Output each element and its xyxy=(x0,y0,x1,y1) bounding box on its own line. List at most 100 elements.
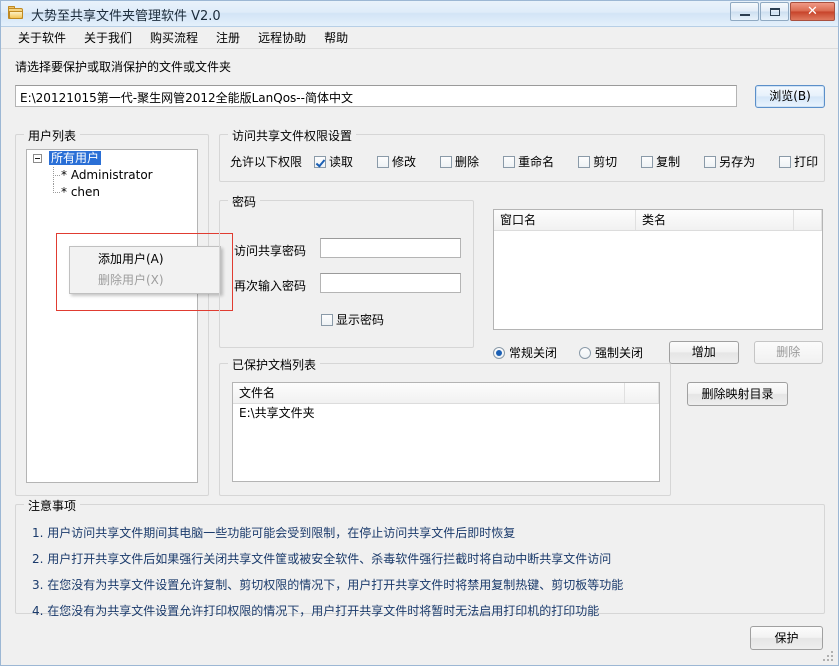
column-file-name[interactable]: 文件名 xyxy=(233,383,625,403)
checkbox-icon[interactable] xyxy=(314,156,326,168)
menu-item-about-us[interactable]: 关于我们 xyxy=(75,27,141,48)
permission-label: 重命名 xyxy=(518,155,554,169)
protected-docs-header: 文件名 xyxy=(233,383,659,404)
column-spacer xyxy=(794,210,822,230)
notes-group: 注意事项 1. 用户访问共享文件期间其电脑一些功能可能会受到限制，在停止访问共享… xyxy=(15,504,825,614)
browse-button[interactable]: 浏览(B) xyxy=(755,85,825,108)
maximize-button[interactable] xyxy=(760,2,789,21)
window-list-controls: 常规关闭 强制关闭 增加 删除 xyxy=(493,340,823,364)
note-item: 3. 在您没有为共享文件设置允许复制、剪切权限的情况下，用户打开共享文件时将禁用… xyxy=(32,576,623,593)
permissions-group: 访问共享文件权限设置 允许以下权限 读取 修改 删除 重命名 剪切 复制 另存为… xyxy=(219,134,825,182)
checkbox-icon[interactable] xyxy=(503,156,515,168)
tree-node-administrator[interactable]: * Administrator xyxy=(27,167,197,184)
window-list[interactable]: 窗口名 类名 xyxy=(493,209,823,330)
column-window-name[interactable]: 窗口名 xyxy=(494,210,636,230)
add-window-button[interactable]: 增加 xyxy=(669,341,738,364)
context-menu-add-user[interactable]: 添加用户(A) xyxy=(70,249,220,270)
permission-read[interactable]: 读取 xyxy=(314,153,353,170)
close-icon: ✕ xyxy=(791,3,834,20)
checkbox-icon[interactable] xyxy=(321,314,333,326)
radio-icon[interactable] xyxy=(493,347,505,359)
protected-docs-list[interactable]: 文件名 E:\共享文件夹 xyxy=(232,382,660,482)
menu-item-register[interactable]: 注册 xyxy=(207,27,249,48)
permissions-prefix-label: 允许以下权限 xyxy=(230,153,302,170)
permission-print[interactable]: 打印 xyxy=(779,153,818,170)
permission-save-as[interactable]: 另存为 xyxy=(704,153,755,170)
window-controls: ✕ xyxy=(729,2,835,21)
password-legend: 密码 xyxy=(228,193,260,210)
tree-connector xyxy=(53,175,61,176)
collapse-icon[interactable] xyxy=(33,154,42,163)
protected-docs-legend: 已保护文档列表 xyxy=(228,356,320,373)
table-row[interactable]: E:\共享文件夹 xyxy=(233,404,659,422)
path-input[interactable]: E:\20121015第一代-聚生网管2012全能版LanQos--简体中文 xyxy=(15,85,737,107)
protected-docs-group: 已保护文档列表 文件名 E:\共享文件夹 xyxy=(219,363,671,496)
column-spacer xyxy=(625,383,659,403)
note-item: 4. 在您没有为共享文件设置允许打印权限的情况下，用户打开共享文件时将暂时无法启… xyxy=(32,602,599,619)
radio-normal-close[interactable]: 常规关闭 xyxy=(493,344,557,361)
confirm-password-input[interactable] xyxy=(320,273,461,293)
notes-legend: 注意事项 xyxy=(24,497,80,514)
radio-label: 强制关闭 xyxy=(595,346,643,360)
permission-label: 删除 xyxy=(455,155,479,169)
delete-window-button: 删除 xyxy=(754,341,823,364)
user-tree[interactable]: 所有用户 * Administrator * chen xyxy=(26,149,198,483)
permission-delete[interactable]: 删除 xyxy=(440,153,479,170)
protect-button[interactable]: 保护 xyxy=(750,626,823,650)
radio-icon[interactable] xyxy=(579,347,591,359)
instruction-label: 请选择要保护或取消保护的文件或文件夹 xyxy=(15,58,231,75)
checkbox-icon[interactable] xyxy=(377,156,389,168)
tree-node-label: * chen xyxy=(61,184,100,201)
menu-item-about-software[interactable]: 关于软件 xyxy=(9,27,75,48)
checkbox-icon[interactable] xyxy=(641,156,653,168)
tree-connector xyxy=(53,192,61,193)
confirm-password-label: 再次输入密码 xyxy=(234,277,306,294)
password-group: 密码 访问共享密码 再次输入密码 显示密码 xyxy=(219,200,474,348)
access-password-label: 访问共享密码 xyxy=(234,242,306,259)
show-password-label: 显示密码 xyxy=(336,313,384,327)
path-row: E:\20121015第一代-聚生网管2012全能版LanQos--简体中文 浏… xyxy=(15,85,825,109)
permission-label: 修改 xyxy=(392,155,416,169)
permission-label: 另存为 xyxy=(719,155,755,169)
application-window: 大势至共享文件夹管理软件 V2.0 ✕ 关于软件 关于我们 购买流程 注册 远程… xyxy=(0,0,839,666)
radio-force-close[interactable]: 强制关闭 xyxy=(579,344,643,361)
permission-modify[interactable]: 修改 xyxy=(377,153,416,170)
note-item: 2. 用户打开共享文件后如果强行关闭共享文件筐或被安全软件、杀毒软件强行拦截时将… xyxy=(32,550,611,567)
checkbox-icon[interactable] xyxy=(704,156,716,168)
checkbox-icon[interactable] xyxy=(578,156,590,168)
close-button[interactable]: ✕ xyxy=(790,2,835,21)
minimize-button[interactable] xyxy=(730,2,759,21)
access-password-input[interactable] xyxy=(320,238,461,258)
permission-label: 复制 xyxy=(656,155,680,169)
permission-label: 剪切 xyxy=(593,155,617,169)
show-password-checkbox[interactable]: 显示密码 xyxy=(321,311,384,328)
permission-copy[interactable]: 复制 xyxy=(641,153,680,170)
tree-node-all-users[interactable]: 所有用户 xyxy=(27,150,197,167)
user-context-menu: 添加用户(A) 删除用户(X) xyxy=(69,246,221,294)
menu-item-help[interactable]: 帮助 xyxy=(315,27,357,48)
resize-grip[interactable] xyxy=(823,651,835,663)
title-bar: 大势至共享文件夹管理软件 V2.0 ✕ xyxy=(1,1,838,27)
permission-label: 打印 xyxy=(794,155,818,169)
checkbox-icon[interactable] xyxy=(440,156,452,168)
permission-cut[interactable]: 剪切 xyxy=(578,153,617,170)
user-list-group: 用户列表 所有用户 * Administrator * chen xyxy=(15,134,209,496)
delete-mapping-button[interactable]: 删除映射目录 xyxy=(687,382,788,406)
permission-label: 读取 xyxy=(329,155,353,169)
folder-icon xyxy=(8,6,24,20)
column-class-name[interactable]: 类名 xyxy=(636,210,794,230)
window-title: 大势至共享文件夹管理软件 V2.0 xyxy=(31,5,221,24)
maximize-icon xyxy=(770,8,780,16)
menu-bar: 关于软件 关于我们 购买流程 注册 远程协助 帮助 xyxy=(1,27,838,49)
tree-node-chen[interactable]: * chen xyxy=(27,184,197,201)
permissions-row: 允许以下权限 读取 修改 删除 重命名 剪切 复制 另存为 打印 xyxy=(230,153,839,170)
menu-item-purchase[interactable]: 购买流程 xyxy=(141,27,207,48)
note-item: 1. 用户访问共享文件期间其电脑一些功能可能会受到限制，在停止访问共享文件后即时… xyxy=(32,524,515,541)
tree-node-label: * Administrator xyxy=(61,167,153,184)
menu-item-remote-assist[interactable]: 远程协助 xyxy=(249,27,315,48)
window-list-header: 窗口名 类名 xyxy=(494,210,822,231)
checkbox-icon[interactable] xyxy=(779,156,791,168)
user-list-legend: 用户列表 xyxy=(24,127,80,144)
context-menu-delete-user: 删除用户(X) xyxy=(70,270,220,291)
permission-rename[interactable]: 重命名 xyxy=(503,153,554,170)
